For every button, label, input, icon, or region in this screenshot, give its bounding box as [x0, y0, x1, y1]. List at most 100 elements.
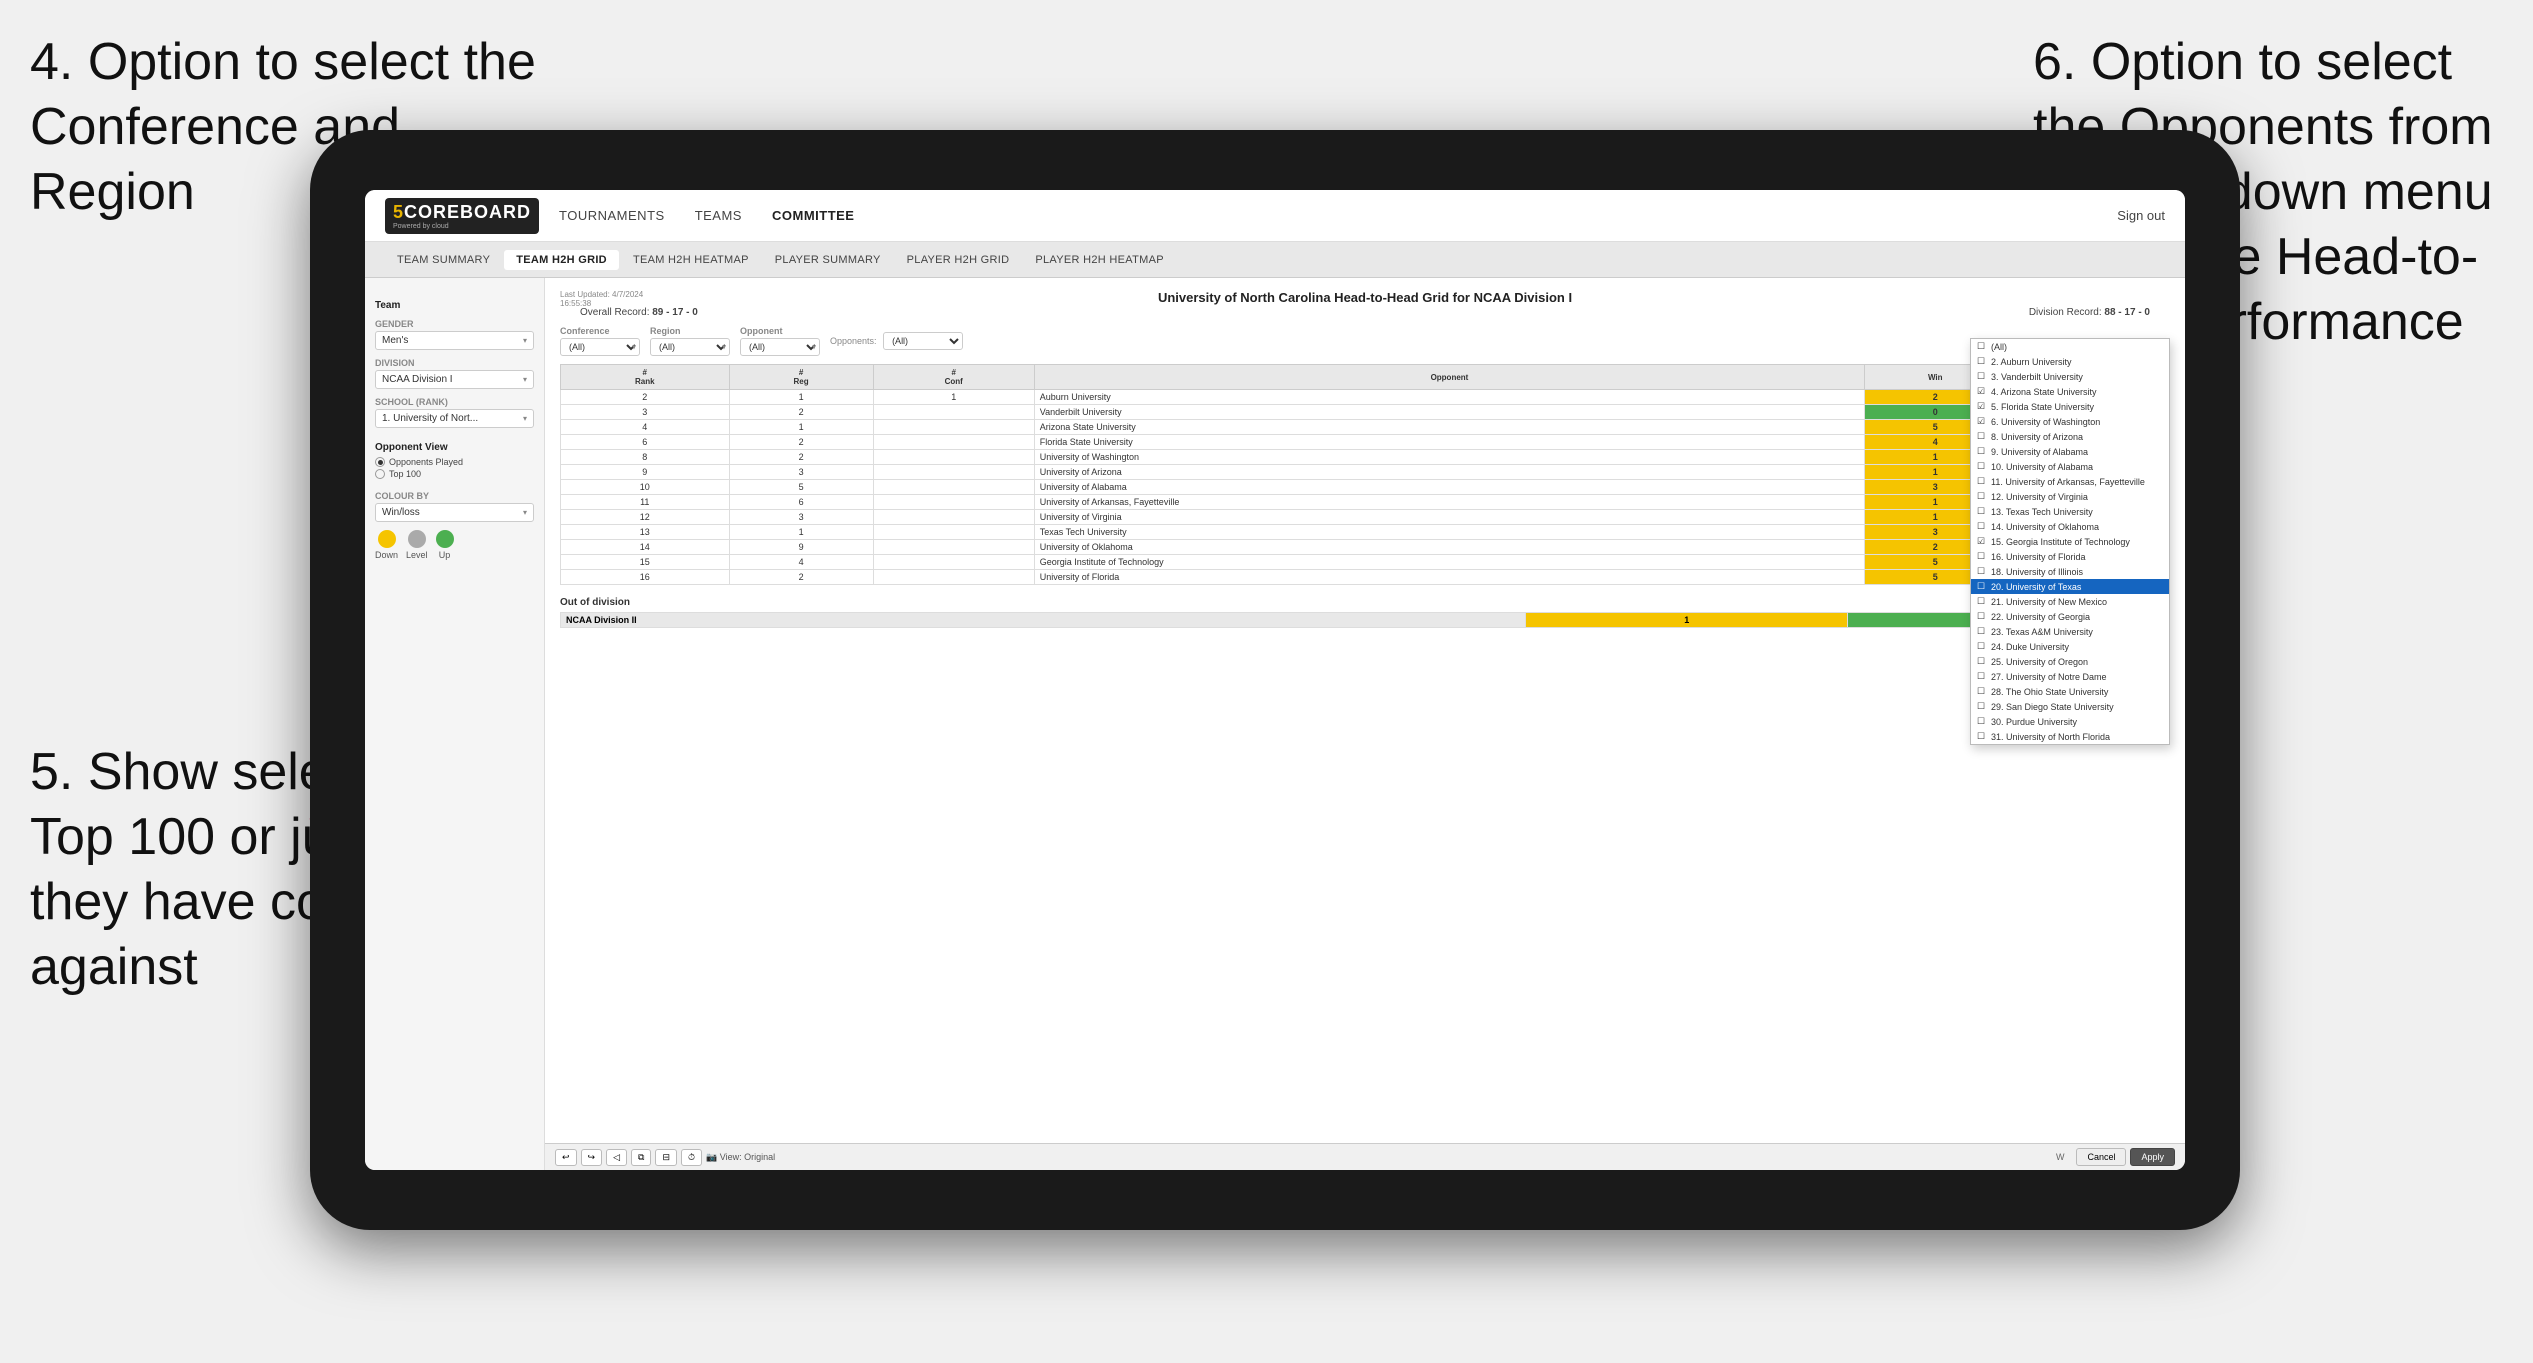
dropdown-item[interactable]: ☐16. University of Florida: [1971, 549, 2169, 564]
sidebar-school-select[interactable]: 1. University of Nort...: [375, 409, 534, 428]
th-rank: # Rank: [561, 365, 730, 390]
sidebar-radio-top100[interactable]: Top 100: [375, 469, 534, 479]
sidebar-opponent-view-label: Opponent View: [375, 442, 534, 453]
toolbar-w-label: W: [2056, 1152, 2065, 1162]
nav-tournaments[interactable]: TOURNAMENTS: [559, 208, 665, 223]
dropdown-item[interactable]: ☐20. University of Texas: [1971, 579, 2169, 594]
sidebar-gender-select[interactable]: Men's: [375, 331, 534, 350]
radio-dot-selected: [375, 457, 385, 467]
nav-committee[interactable]: COMMITTEE: [772, 208, 855, 223]
filter-opponent-wrap: (All): [740, 338, 820, 356]
toolbar-back[interactable]: ◁: [606, 1149, 627, 1166]
division-table: NCAA Division II10: [560, 612, 2170, 628]
logo: 5COREBOARD Powered by cloud: [385, 198, 539, 234]
dropdown-item[interactable]: ☐28. The Ohio State University: [1971, 684, 2169, 699]
table-row: 13: [561, 525, 730, 540]
opponents-select[interactable]: (All): [883, 332, 963, 350]
dropdown-item[interactable]: ☐11. University of Arkansas, Fayettevill…: [1971, 474, 2169, 489]
sidebar-school-label: School (Rank): [375, 397, 534, 407]
overall-record-value: 89 - 17 - 0: [652, 307, 698, 318]
sidebar-division-select[interactable]: NCAA Division I: [375, 370, 534, 389]
dropdown-item[interactable]: ☐18. University of Illinois: [1971, 564, 2169, 579]
legend-circle-level: [408, 530, 426, 548]
toolbar-copy[interactable]: ⧉: [631, 1149, 651, 1166]
sec-nav-team-h2h-heatmap[interactable]: TEAM H2H HEATMAP: [621, 250, 761, 270]
sidebar-gender-label: Gender: [375, 319, 534, 329]
sidebar-division-label: Division: [375, 358, 534, 368]
sec-nav-player-summary[interactable]: PLAYER SUMMARY: [763, 250, 893, 270]
dropdown-item[interactable]: ☐3. Vanderbilt University: [1971, 369, 2169, 384]
sec-nav-team-h2h-grid[interactable]: TEAM H2H GRID: [504, 250, 619, 270]
dropdown-item[interactable]: ☐29. San Diego State University: [1971, 699, 2169, 714]
toolbar-redo[interactable]: ↪: [581, 1149, 603, 1166]
last-updated: Last Updated: 4/7/2024 16:55:38: [560, 290, 643, 308]
cancel-button[interactable]: Cancel: [2076, 1148, 2126, 1166]
dropdown-item[interactable]: ☐(All): [1971, 339, 2169, 354]
dropdown-item[interactable]: ☑5. Florida State University: [1971, 399, 2169, 414]
dropdown-item[interactable]: ☐24. Duke University: [1971, 639, 2169, 654]
division-record: Division Record: 88 - 17 - 0: [2029, 307, 2150, 318]
dropdown-item[interactable]: ☐30. Purdue University: [1971, 714, 2169, 729]
dropdown-item[interactable]: ☐12. University of Virginia: [1971, 489, 2169, 504]
dropdown-item[interactable]: ☐21. University of New Mexico: [1971, 594, 2169, 609]
table-row: 3: [561, 405, 730, 420]
dropdown-item[interactable]: ☐2. Auburn University: [1971, 354, 2169, 369]
filter-row: Conference (All) Region (All): [560, 326, 2170, 356]
toolbar-dash[interactable]: ⊟: [655, 1149, 677, 1166]
dropdown-item[interactable]: ☐9. University of Alabama: [1971, 444, 2169, 459]
dropdown-item[interactable]: ☐31. University of North Florida: [1971, 729, 2169, 744]
opponent-dropdown[interactable]: ☐(All)☐2. Auburn University☐3. Vanderbil…: [1970, 338, 2170, 745]
dropdown-item[interactable]: ☑4. Arizona State University: [1971, 384, 2169, 399]
dropdown-item[interactable]: ☑6. University of Washington: [1971, 414, 2169, 429]
overall-record-label: Overall Record:: [580, 307, 649, 318]
filter-group-conference: Conference (All): [560, 326, 640, 356]
legend-level: Level: [406, 530, 428, 560]
table-row: 14: [561, 540, 730, 555]
filter-region-wrap: (All): [650, 338, 730, 356]
nav-signout[interactable]: Sign out: [2117, 208, 2165, 223]
h2h-table: # Rank # Reg # Conf Opponent Win Loss 21…: [560, 364, 2170, 585]
legend-down: Down: [375, 530, 398, 560]
radio-label-opponents-played: Opponents Played: [389, 457, 463, 467]
dropdown-item[interactable]: ☐22. University of Georgia: [1971, 609, 2169, 624]
nav-teams[interactable]: TEAMS: [695, 208, 742, 223]
th-conf: # Conf: [873, 365, 1034, 390]
legend-label-down: Down: [375, 550, 398, 560]
dropdown-item[interactable]: ☐25. University of Oregon: [1971, 654, 2169, 669]
sidebar: Team Gender Men's Division NCAA Division…: [365, 278, 545, 1170]
table-row: 10: [561, 480, 730, 495]
nav-bar: 5COREBOARD Powered by cloud TOURNAMENTS …: [365, 190, 2185, 242]
overall-record: Overall Record: 89 - 17 - 0: [580, 307, 698, 318]
sec-nav-player-h2h-grid[interactable]: PLAYER H2H GRID: [895, 250, 1022, 270]
apply-button[interactable]: Apply: [2130, 1148, 2175, 1166]
division-record-value: 88 - 17 - 0: [2104, 307, 2150, 318]
data-area: Last Updated: 4/7/2024 16:55:38 Universi…: [545, 278, 2185, 1170]
dropdown-item[interactable]: ☐23. Texas A&M University: [1971, 624, 2169, 639]
dropdown-item[interactable]: ☐13. Texas Tech University: [1971, 504, 2169, 519]
dropdown-item[interactable]: ☐14. University of Oklahoma: [1971, 519, 2169, 534]
th-reg: # Reg: [729, 365, 873, 390]
filter-conference-label: Conference: [560, 326, 640, 336]
filter-conference-select[interactable]: (All): [560, 338, 640, 356]
sidebar-colour-label: Colour by: [375, 491, 534, 501]
dropdown-item[interactable]: ☐8. University of Arizona: [1971, 429, 2169, 444]
table-row: 16: [561, 570, 730, 585]
legend-circle-down: [378, 530, 396, 548]
dropdown-item[interactable]: ☑15. Georgia Institute of Technology: [1971, 534, 2169, 549]
sec-nav-team-summary[interactable]: TEAM SUMMARY: [385, 250, 502, 270]
filter-conference-wrap: (All): [560, 338, 640, 356]
sidebar-radio-opponents-played[interactable]: Opponents Played: [375, 457, 534, 467]
dropdown-item[interactable]: ☐10. University of Alabama: [1971, 459, 2169, 474]
tablet-screen: 5COREBOARD Powered by cloud TOURNAMENTS …: [365, 190, 2185, 1170]
toolbar-undo[interactable]: ↩: [555, 1149, 577, 1166]
sec-nav-player-h2h-heatmap[interactable]: PLAYER H2H HEATMAP: [1023, 250, 1175, 270]
toolbar-clock[interactable]: ⏱: [681, 1149, 702, 1166]
tablet-frame: 5COREBOARD Powered by cloud TOURNAMENTS …: [310, 130, 2240, 1230]
legend-label-up: Up: [439, 550, 451, 560]
filter-region-select[interactable]: (All): [650, 338, 730, 356]
th-opponent: Opponent: [1034, 365, 1864, 390]
sidebar-colour-select[interactable]: Win/loss: [375, 503, 534, 522]
main-content: Team Gender Men's Division NCAA Division…: [365, 278, 2185, 1170]
dropdown-item[interactable]: ☐27. University of Notre Dame: [1971, 669, 2169, 684]
filter-opponent-select[interactable]: (All): [740, 338, 820, 356]
